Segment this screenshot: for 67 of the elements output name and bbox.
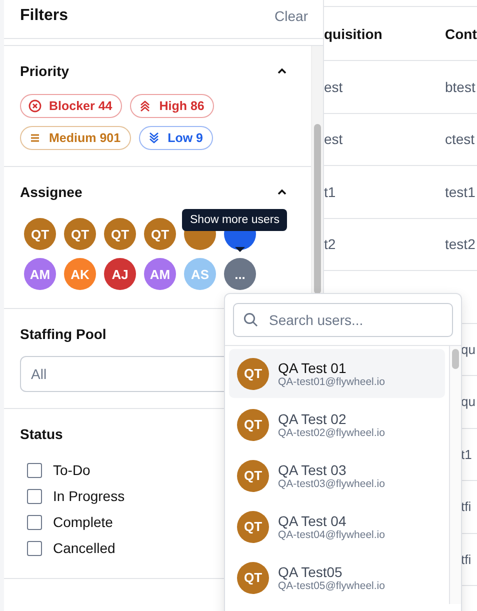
scrollbar-thumb[interactable] [452,349,459,369]
user-name: QA Test 04 [278,512,346,528]
tooltip: Show more users [182,209,288,231]
checkbox-label: In Progress [53,488,125,504]
scrollbar-thumb[interactable] [314,124,321,294]
column-header: quisition [324,26,382,42]
checkbox[interactable] [27,514,42,530]
table-cell: est [324,78,343,95]
user-name: QA Test05 [278,564,342,580]
section-title: Assignee [20,184,82,200]
table-cell: qu [461,394,476,410]
table-cell: t2 [324,236,336,252]
table-cell: test1 [445,184,476,200]
user-option[interactable]: QT QA Test 03 QA-test03@flywheel.io [229,451,445,500]
user-avatar: QT [237,562,269,594]
column-header: Cont [445,26,477,42]
user-avatar[interactable]: AJ [104,258,136,290]
checkbox[interactable] [27,488,42,504]
search-field[interactable]: Search users... [233,303,453,337]
priority-chip[interactable]: Blocker 44 [20,94,122,118]
user-email: QA-test02@flywheel.io [278,426,385,438]
checkbox-label: To-Do [53,462,90,478]
checkbox[interactable] [27,462,42,478]
user-avatar[interactable]: QT [144,218,176,250]
search-icon [243,312,259,328]
user-email: QA-test05@flywheel.io [278,580,385,592]
user-option[interactable]: QT QA Test 04 QA-test04@flywheel.io [229,502,445,551]
user-avatar[interactable]: QT [104,218,136,250]
user-option[interactable]: QT QA Test 01 QA-test01@flywheel.io [229,349,445,398]
user-option[interactable]: QT QA Test05 QA-test05@flywheel.io [229,553,445,602]
user-avatar[interactable]: AK [64,258,96,290]
checkbox-label: Complete [53,514,113,530]
priority-chip[interactable]: High 86 [130,94,214,118]
priority-chip[interactable]: Low 9 [138,126,213,150]
table-cell: t1 [324,184,336,200]
more-users-button[interactable]: ... [224,258,256,290]
user-avatar: QT [237,408,269,440]
priority-chip[interactable]: Medium 901 [20,126,131,150]
user-option[interactable]: QT QA Test 02 QA-test02@flywheel.io [229,400,445,449]
user-avatar[interactable]: QT [24,218,56,250]
user-avatar[interactable]: QT [64,218,96,250]
user-name: QA Test 02 [278,410,346,426]
checkbox-label: Cancelled [53,540,116,556]
table-cell: qu [461,342,476,357]
tooltip-pointer [235,247,245,252]
table-cell: t1 [461,446,472,462]
table-cell: ctest [445,131,475,148]
table-cell: test2 [445,236,476,252]
checkbox[interactable] [27,540,42,556]
table-cell: tfi [461,552,472,567]
section-title: Staffing Pool [20,326,106,342]
user-email: QA-test03@flywheel.io [278,478,385,490]
section-title: Priority [20,63,70,79]
table-cell: est [324,131,343,148]
user-email: QA-test04@flywheel.io [278,528,385,540]
user-avatar: QT [237,460,269,492]
table-cell: btest [445,78,476,95]
section-title: Status [20,426,63,442]
user-name: QA Test 03 [278,462,346,478]
user-avatar: QT [237,358,269,390]
clear-button[interactable]: Clear [274,8,308,24]
user-avatar[interactable]: AM [144,258,176,290]
user-avatar[interactable]: AM [24,258,56,290]
user-avatar: QT [237,510,269,542]
circle-x-icon [28,99,42,113]
table-cell: tfi [461,499,472,514]
panel-title: Filters [20,7,68,25]
